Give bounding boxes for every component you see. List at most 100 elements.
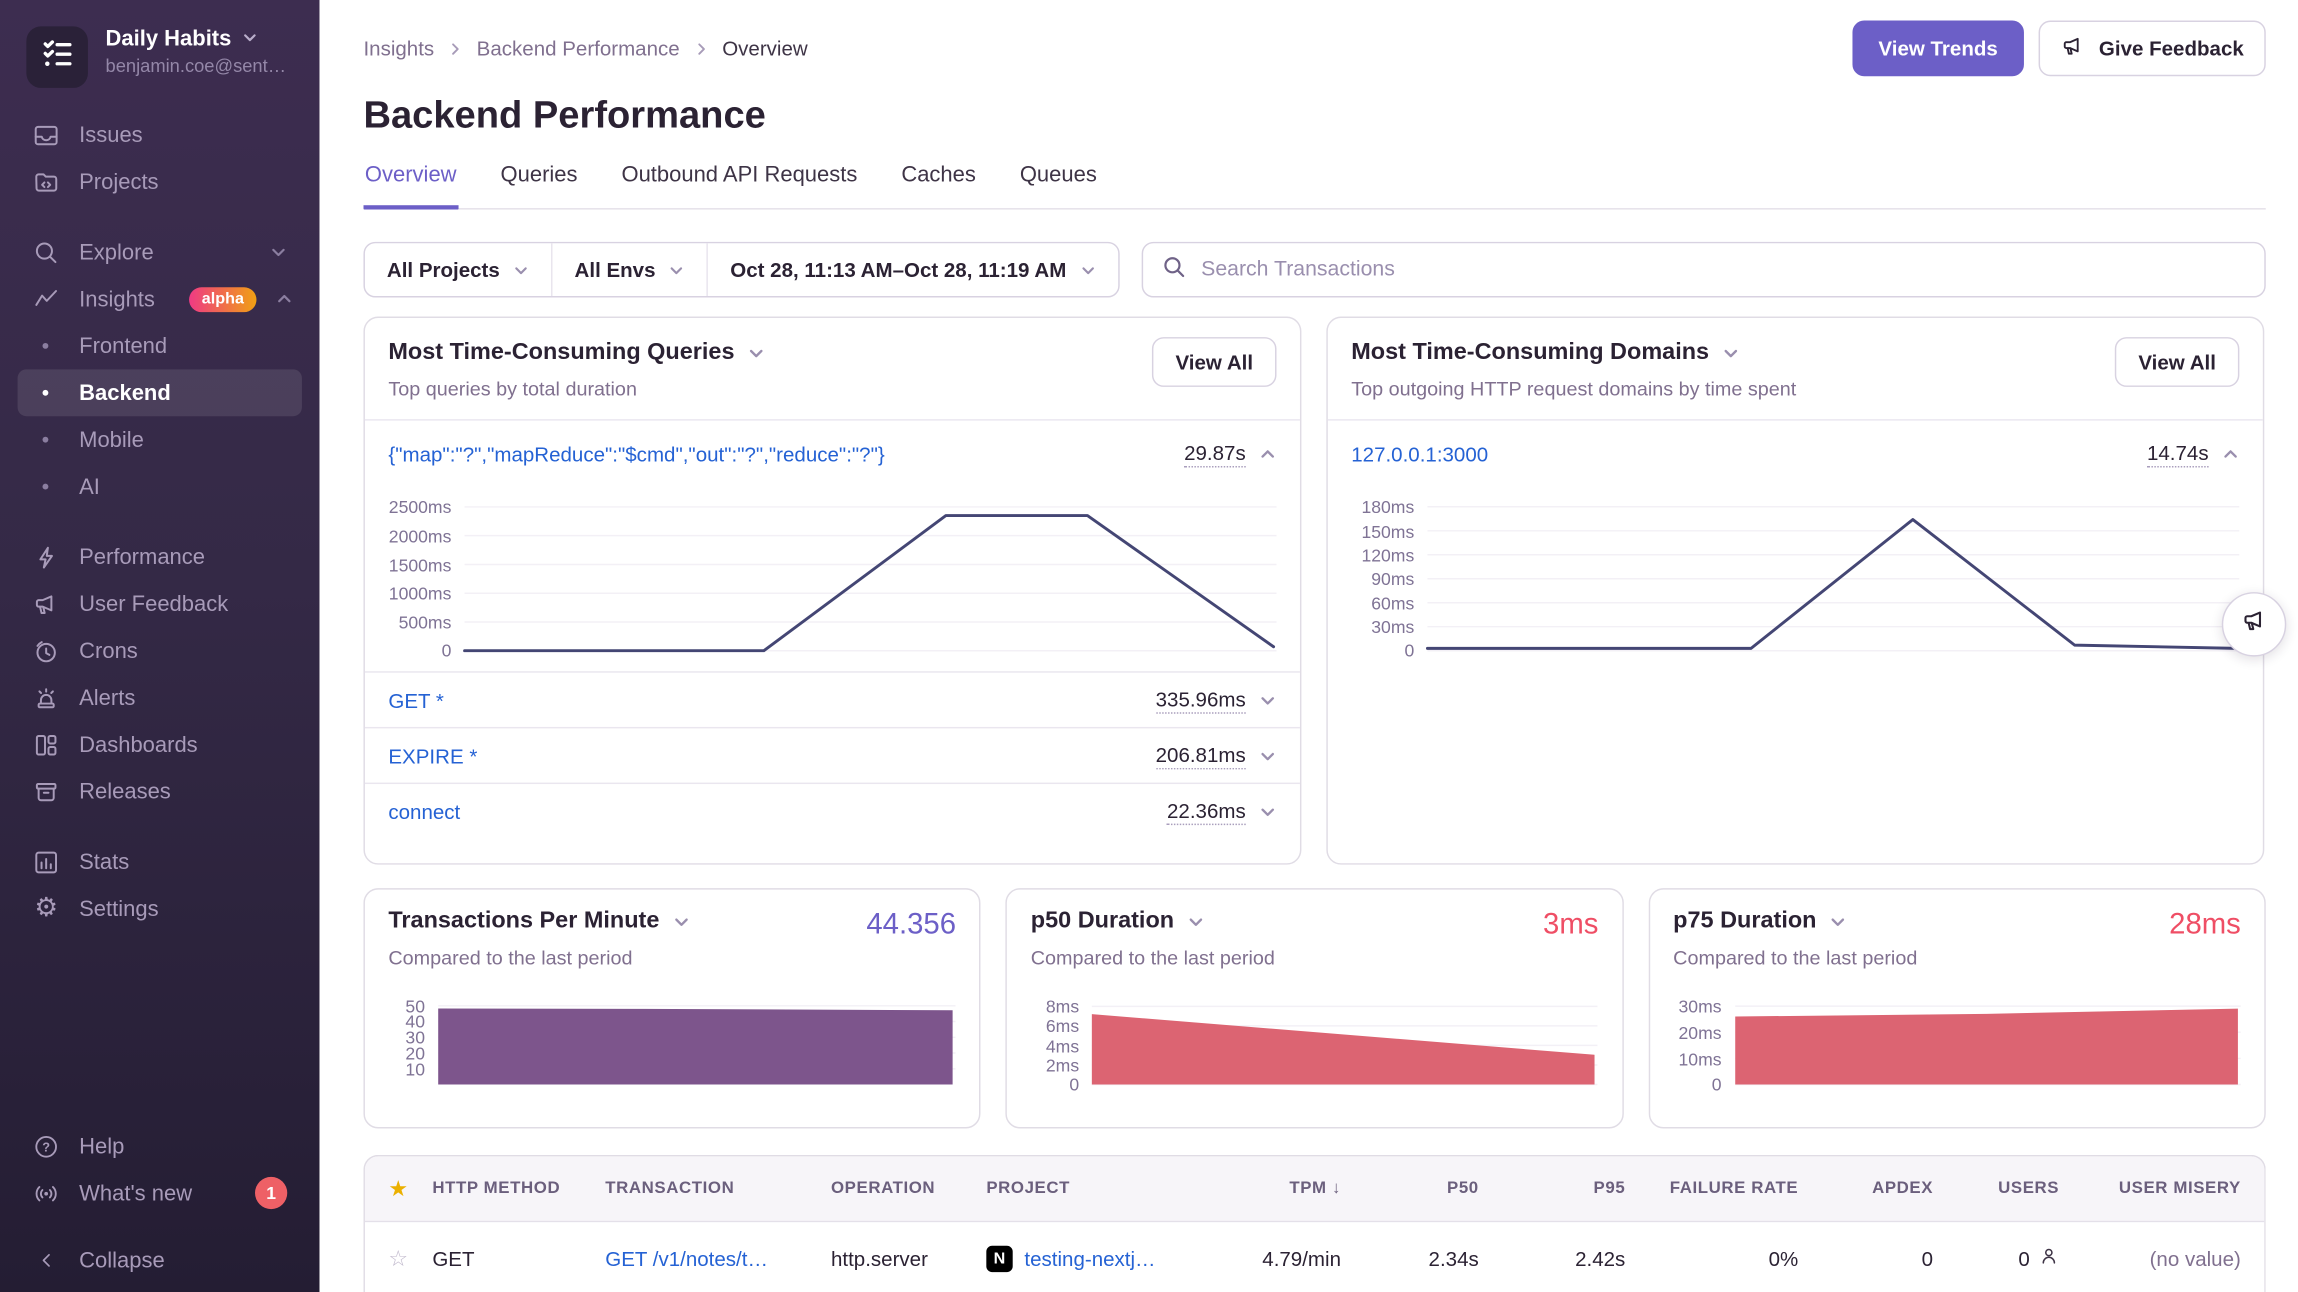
svg-text:?: ? bbox=[42, 1139, 50, 1154]
col-operation[interactable]: OPERATION bbox=[831, 1180, 986, 1198]
col-user-misery[interactable]: USER MISERY bbox=[2059, 1180, 2241, 1198]
chevron-up-icon bbox=[276, 290, 294, 308]
chevron-up-icon[interactable] bbox=[1259, 445, 1277, 463]
sidebar-item-mobile[interactable]: Mobile bbox=[18, 416, 302, 463]
p50-duration-panel: p50 Duration Compared to the last period… bbox=[1006, 889, 1623, 1129]
chevron-down-icon[interactable] bbox=[1259, 747, 1277, 765]
col-tpm-sorted[interactable]: TPM ↓ bbox=[1206, 1180, 1341, 1198]
queries-view-all-button[interactable]: View All bbox=[1152, 338, 1276, 388]
project-filter[interactable]: All Projects bbox=[365, 244, 553, 297]
tab-outbound-api-requests[interactable]: Outbound API Requests bbox=[620, 163, 859, 210]
cell-project[interactable]: N testing-nextj… bbox=[986, 1246, 1206, 1272]
give-feedback-button[interactable]: Give Feedback bbox=[2039, 21, 2266, 77]
sidebar-item-label: Frontend bbox=[79, 333, 167, 358]
cell-http-method: GET bbox=[432, 1247, 605, 1270]
project-filter-label: All Projects bbox=[387, 259, 500, 282]
cell-project-link[interactable]: testing-nextj… bbox=[1024, 1247, 1155, 1270]
date-range-filter[interactable]: Oct 28, 11:13 AM–Oct 28, 11:19 AM bbox=[708, 244, 1117, 297]
sidebar-item-user-feedback[interactable]: User Feedback bbox=[18, 580, 302, 627]
page-filter-bar: All Projects All Envs Oct 28, 11:13 AM–O… bbox=[363, 242, 1119, 298]
tab-overview[interactable]: Overview bbox=[363, 163, 458, 210]
cell-p95: 2.42s bbox=[1479, 1247, 1626, 1270]
star-outline-icon[interactable]: ☆ bbox=[388, 1246, 432, 1272]
cell-users: 0 bbox=[1933, 1246, 2059, 1271]
sidebar-item-ai[interactable]: AI bbox=[18, 463, 302, 510]
environment-filter[interactable]: All Envs bbox=[553, 244, 709, 297]
chevron-down-icon bbox=[513, 262, 529, 278]
query-link[interactable]: {"map":"?","mapReduce":"$cmd","out":"?",… bbox=[388, 442, 884, 465]
p50-subtitle: Compared to the last period bbox=[1031, 947, 1599, 969]
environment-filter-label: All Envs bbox=[575, 259, 656, 282]
sidebar-item-backend[interactable]: Backend bbox=[18, 369, 302, 416]
domain-total-time: 14.74s bbox=[2147, 441, 2209, 467]
p50-title: p50 Duration bbox=[1031, 909, 1174, 935]
chevron-right-icon bbox=[447, 40, 463, 56]
col-transaction[interactable]: TRANSACTION bbox=[605, 1180, 831, 1198]
screenshot: Daily Habits benjamin.coe@sent… Issues P… bbox=[0, 0, 2298, 1292]
sidebar-item-projects[interactable]: Projects bbox=[18, 158, 302, 205]
give-feedback-label: Give Feedback bbox=[2099, 37, 2244, 60]
table-header-row: ★ HTTP METHOD TRANSACTION OPERATION PROJ… bbox=[365, 1157, 2264, 1223]
chevron-right-icon bbox=[693, 40, 709, 56]
sidebar-item-crons[interactable]: Crons bbox=[18, 627, 302, 674]
p75-title-dropdown[interactable]: p75 Duration bbox=[1673, 909, 2241, 935]
megaphone-icon bbox=[32, 590, 60, 618]
sidebar-item-dashboards[interactable]: Dashboards bbox=[18, 721, 302, 768]
breadcrumb-backend-performance[interactable]: Backend Performance bbox=[477, 37, 680, 60]
tab-queues[interactable]: Queues bbox=[1018, 163, 1098, 210]
siren-icon bbox=[32, 684, 60, 712]
col-users[interactable]: USERS bbox=[1933, 1180, 2059, 1198]
domains-duration-chart: 180ms150ms120ms90ms60ms30ms0 bbox=[1351, 493, 2239, 666]
tab-caches[interactable]: Caches bbox=[900, 163, 977, 210]
col-http-method[interactable]: HTTP METHOD bbox=[432, 1180, 605, 1198]
cell-failure-rate: 0% bbox=[1625, 1247, 1798, 1270]
col-project[interactable]: PROJECT bbox=[986, 1180, 1206, 1198]
query-total-time: 29.87s bbox=[1184, 441, 1246, 467]
queries-panel-subtitle: Top queries by total duration bbox=[388, 379, 1276, 401]
sidebar-item-stats[interactable]: Stats bbox=[18, 838, 302, 885]
query-total-time: 22.36ms bbox=[1167, 799, 1246, 825]
sidebar-item-alerts[interactable]: Alerts bbox=[18, 674, 302, 721]
col-failure-rate[interactable]: FAILURE RATE bbox=[1625, 1180, 1798, 1198]
sidebar-item-releases[interactable]: Releases bbox=[18, 768, 302, 815]
queries-panel-title-dropdown[interactable]: Most Time-Consuming Queries bbox=[388, 341, 1276, 367]
org-switcher[interactable]: Daily Habits benjamin.coe@sent… bbox=[18, 23, 302, 111]
domain-link[interactable]: 127.0.0.1:3000 bbox=[1351, 442, 1488, 465]
sidebar-item-insights[interactable]: Insights alpha bbox=[18, 276, 302, 323]
sidebar-item-issues[interactable]: Issues bbox=[18, 111, 302, 158]
sidebar-item-help[interactable]: ? Help bbox=[18, 1123, 302, 1170]
sidebar-collapse-button[interactable]: Collapse bbox=[18, 1237, 302, 1284]
chevron-up-icon[interactable] bbox=[2222, 445, 2240, 463]
sidebar-item-performance[interactable]: Performance bbox=[18, 533, 302, 580]
star-filled-icon[interactable]: ★ bbox=[388, 1176, 432, 1202]
sidebar-item-explore[interactable]: Explore bbox=[18, 229, 302, 276]
sidebar-item-label: Releases bbox=[79, 779, 171, 804]
sidebar-item-settings[interactable]: ⚙ Settings bbox=[18, 885, 302, 932]
p50-title-dropdown[interactable]: p50 Duration bbox=[1031, 909, 1599, 935]
view-trends-button[interactable]: View Trends bbox=[1852, 21, 2024, 77]
domains-view-all-button[interactable]: View All bbox=[2115, 338, 2239, 388]
col-p95[interactable]: P95 bbox=[1479, 1180, 1626, 1198]
domains-panel-title-dropdown[interactable]: Most Time-Consuming Domains bbox=[1351, 341, 2239, 367]
query-link[interactable]: EXPIRE * bbox=[388, 744, 477, 767]
col-apdex[interactable]: APDEX bbox=[1798, 1180, 1933, 1198]
chevron-down-icon[interactable] bbox=[1259, 692, 1277, 710]
sidebar-item-whats-new[interactable]: What's new 1 bbox=[18, 1170, 302, 1217]
queries-panel-title: Most Time-Consuming Queries bbox=[388, 341, 734, 367]
chevron-down-icon bbox=[1187, 914, 1205, 932]
query-link[interactable]: connect bbox=[388, 800, 460, 823]
col-p50[interactable]: P50 bbox=[1341, 1180, 1479, 1198]
chevron-down-icon[interactable] bbox=[1259, 803, 1277, 821]
search-input[interactable] bbox=[1198, 257, 2245, 283]
p50-chart: 8ms6ms4ms2ms0 bbox=[1031, 991, 1599, 1099]
cell-transaction-link[interactable]: GET /v1/notes/t… bbox=[605, 1247, 831, 1270]
sidebar-item-frontend[interactable]: Frontend bbox=[18, 322, 302, 369]
tab-queries[interactable]: Queries bbox=[499, 163, 579, 210]
floating-feedback-button[interactable] bbox=[2222, 592, 2286, 656]
query-link[interactable]: GET * bbox=[388, 689, 444, 712]
sidebar-item-label: Insights bbox=[79, 287, 155, 312]
queries-duration-chart: 2500ms2000ms1500ms1000ms500ms0 bbox=[388, 493, 1276, 666]
sidebar-item-label: Backend bbox=[79, 380, 171, 405]
breadcrumb-insights[interactable]: Insights bbox=[363, 37, 434, 60]
megaphone-icon bbox=[2061, 34, 2086, 63]
